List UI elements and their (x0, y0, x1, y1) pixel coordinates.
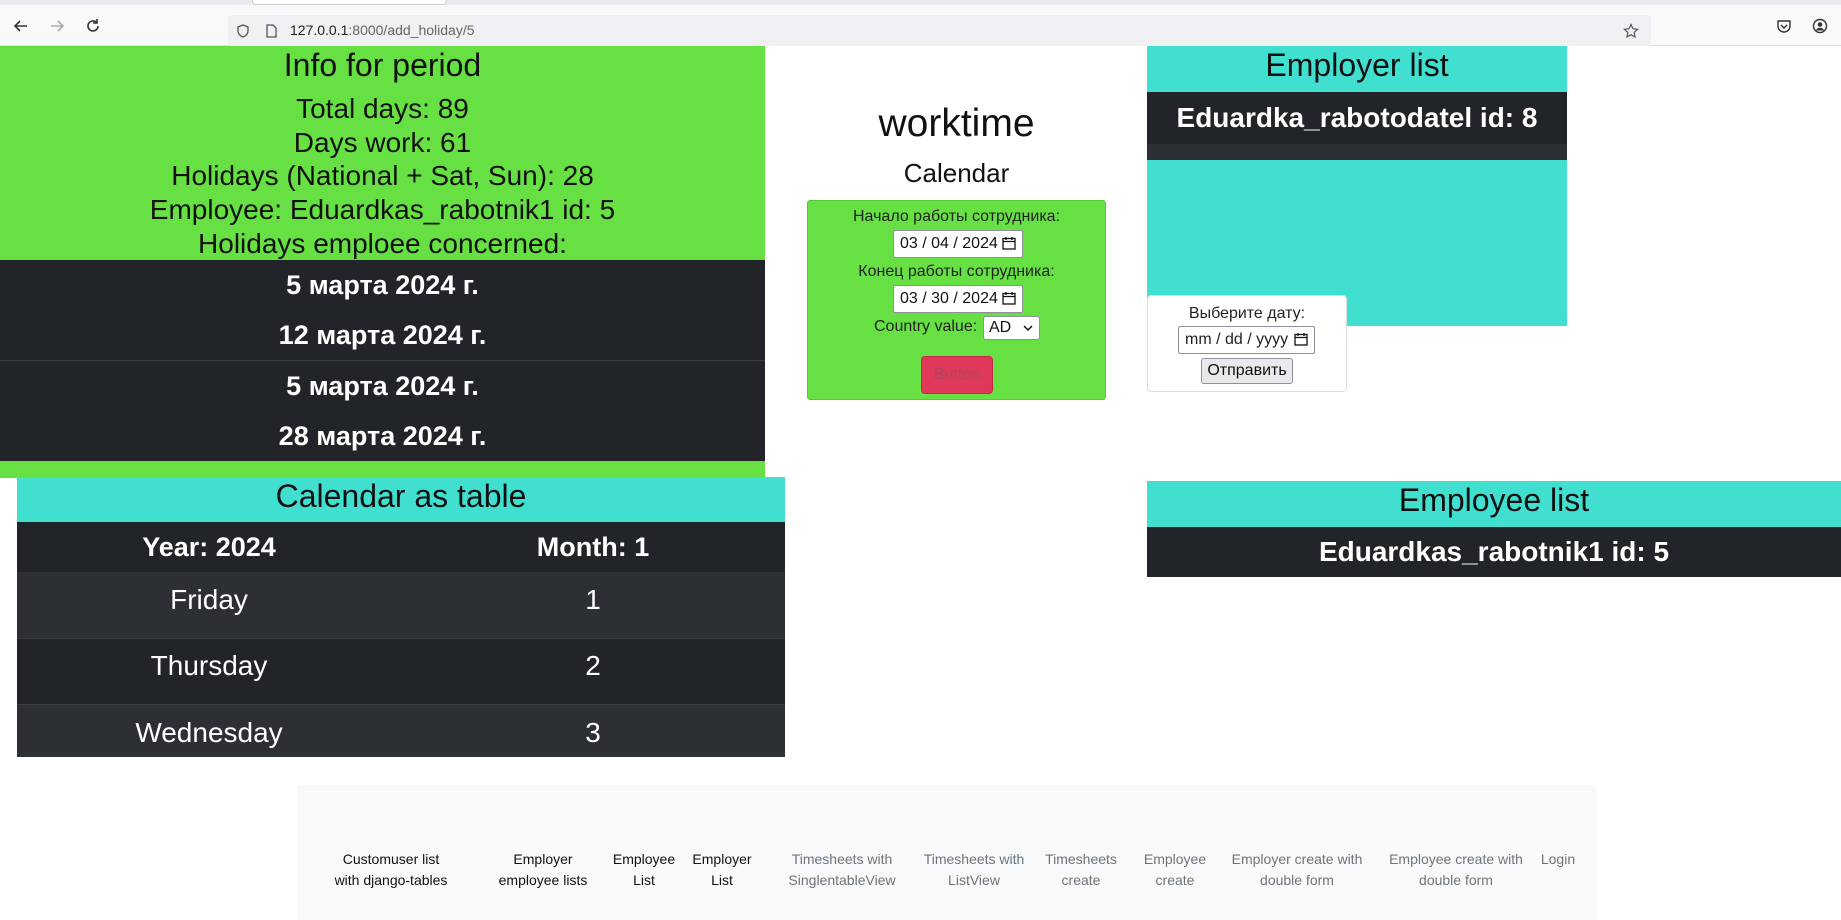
num-cell: 2 (585, 650, 601, 681)
date-input[interactable]: mm / dd / yyyy (1178, 326, 1315, 354)
country-value: AD (989, 319, 1012, 336)
browser-toolbar: 127.0.0.1:8000/add_holiday/5 (0, 5, 1841, 46)
employee-list-title: Employee list (1147, 481, 1841, 527)
table-row: Friday 1 (17, 572, 785, 639)
num-cell: 1 (585, 584, 601, 615)
holiday-date-row: 5 марта 2024 г. (0, 361, 765, 412)
holiday-date-row: 5 марта 2024 г. (0, 260, 765, 311)
employer-list-title: Employer list (1265, 47, 1449, 83)
employer-list-item[interactable]: Eduardka_rabotodatel id: 8 (1147, 92, 1567, 144)
url-text: 127.0.0.1:8000/add_holiday/5 (290, 22, 475, 38)
bookmark-star-icon[interactable] (1622, 22, 1640, 40)
calendar-icon[interactable] (1002, 236, 1016, 250)
holiday-date-row: 12 марта 2024 г. (0, 310, 765, 361)
footer-link-timesheets-singletable[interactable]: Timesheets with SinglentableView (781, 849, 903, 891)
day-cell: Friday (170, 584, 248, 615)
num-cell: 3 (585, 717, 601, 748)
calendar-table-header: Year: 2024 Month: 1 (17, 522, 785, 572)
start-date-input[interactable]: 03 / 04 / 2024 (893, 230, 1023, 258)
footer-link-login[interactable]: Login (1537, 849, 1579, 870)
end-date-label: Конец работы сотрудника: (858, 263, 1055, 280)
calendar-icon[interactable] (1002, 291, 1016, 305)
table-row: Wednesday 3 (17, 705, 785, 757)
start-date-value: 03 / 04 / 2024 (900, 235, 998, 252)
calendar-table-title: Calendar as table (17, 477, 785, 522)
footer-link-customuser-list[interactable]: Customuser list with django-tables (332, 849, 450, 891)
holidays-concerned-label: Holidays emploee concerned: (198, 228, 567, 259)
page-icon[interactable] (262, 22, 280, 40)
employee-info: Employee: Eduardkas_rabotnik1 id: 5 (149, 194, 616, 225)
year-header: Year: 2024 (142, 532, 276, 562)
footer-link-employee-create-double[interactable]: Employee create with double form (1385, 849, 1527, 891)
end-date-input[interactable]: 03 / 30 / 2024 (893, 285, 1023, 313)
country-label: Country value: (874, 318, 978, 335)
chevron-down-icon (1023, 325, 1033, 332)
month-header: Month: 1 (536, 532, 650, 562)
total-days: Total days: 89 (296, 93, 469, 124)
footer-link-employee-create[interactable]: Employee create (1133, 849, 1217, 891)
holidays-count: Holidays (National + Sat, Sun): 28 (171, 160, 594, 191)
footer-link-timesheets-create[interactable]: Timesheets create (1039, 849, 1123, 891)
reload-icon[interactable] (81, 14, 105, 38)
table-row: Thursday 2 (17, 639, 785, 705)
forward-icon[interactable] (45, 14, 69, 38)
calendar-icon[interactable] (1294, 332, 1308, 346)
submit-button[interactable]: Button (921, 356, 993, 394)
holiday-date-row: 28 марта 2024 г. (0, 411, 765, 461)
info-title: Info for period (283, 47, 482, 83)
send-button[interactable]: Отправить (1201, 358, 1293, 384)
app-title: worktime (878, 102, 1035, 145)
date-picker-label: Выберите дату: (1188, 305, 1306, 322)
period-form: Начало работы сотрудника: 03 / 04 / 2024… (807, 200, 1106, 400)
back-icon[interactable] (9, 14, 33, 38)
start-date-label: Начало работы сотрудника: (852, 208, 1061, 225)
info-panel: Info for period Total days: 89 Days work… (0, 46, 765, 478)
day-cell: Thursday (150, 650, 268, 681)
employee-list-item[interactable]: Eduardkas_rabotnik1 id: 5 (1147, 527, 1841, 577)
date-picker-form: Выберите дату: mm / dd / yyyy Отправить (1147, 295, 1347, 392)
footer-link-employer-create-double[interactable]: Employer create with double form (1226, 849, 1368, 891)
account-icon[interactable] (1808, 14, 1832, 38)
footer-nav: Customuser list with django-tables Emplo… (297, 785, 1597, 920)
footer-link-employer-employee-lists[interactable]: Employer employee lists (493, 849, 593, 891)
footer-link-timesheets-listview[interactable]: Timesheets with ListView (922, 849, 1026, 891)
shield-icon[interactable] (234, 22, 252, 40)
pocket-icon[interactable] (1772, 14, 1796, 38)
days-work: Days work: 61 (293, 127, 472, 158)
date-placeholder: mm / dd / yyyy (1185, 331, 1289, 348)
country-select[interactable]: AD (983, 316, 1040, 340)
footer-link-employer-list[interactable]: Employer List (690, 849, 754, 891)
url-bar[interactable]: 127.0.0.1:8000/add_holiday/5 (228, 15, 1651, 46)
day-cell: Wednesday (135, 717, 283, 748)
calendar-heading: Calendar (903, 158, 1010, 188)
end-date-value: 03 / 30 / 2024 (900, 290, 998, 307)
employer-list-divider (1147, 144, 1567, 160)
footer-link-employee-list[interactable]: Employee List (609, 849, 679, 891)
